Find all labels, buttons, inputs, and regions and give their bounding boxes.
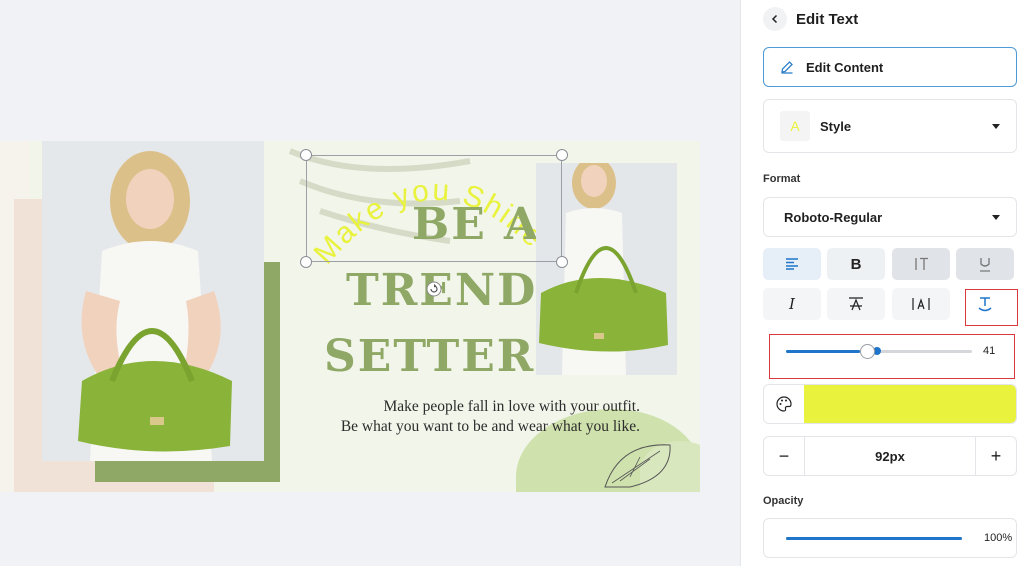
underline-button[interactable]: [956, 248, 1014, 280]
font-family-select[interactable]: Roboto-Regular: [763, 197, 1017, 237]
style-preview-swatch: A: [780, 111, 810, 141]
caret-down-icon: [992, 214, 1000, 220]
italic-button[interactable]: I: [763, 288, 821, 320]
resize-handle-bottom-right[interactable]: [556, 256, 568, 268]
rotate-handle-icon[interactable]: [426, 281, 442, 297]
underline-icon: [980, 257, 990, 272]
vertical-text-icon: [915, 257, 928, 270]
design-canvas[interactable]: Make you Shine BE A TREND SETTER Make pe…: [0, 141, 700, 492]
curve-slider-fill: [786, 350, 861, 353]
font-size-value[interactable]: 92px: [804, 437, 976, 475]
chevron-left-icon: [771, 14, 778, 24]
vertical-text-button[interactable]: [892, 248, 950, 280]
align-left-icon: [786, 258, 798, 270]
style-dropdown[interactable]: A Style: [763, 99, 1017, 153]
model-photo-left[interactable]: [42, 141, 264, 461]
highlight-box-curve-slider: [769, 334, 1015, 379]
resize-handle-bottom-left[interactable]: [300, 256, 312, 268]
letter-spacing-button[interactable]: [892, 288, 950, 320]
highlight-box-curve-button: [965, 289, 1018, 326]
bold-icon: B: [850, 255, 862, 273]
headline-line-3[interactable]: SETTER: [324, 331, 535, 382]
opacity-section-label: Opacity: [763, 495, 804, 507]
edit-content-button[interactable]: Edit Content: [763, 47, 1017, 87]
back-button[interactable]: [763, 7, 787, 31]
panel-header: Edit Text: [763, 7, 858, 31]
edit-content-label: Edit Content: [806, 59, 884, 75]
text-color-row[interactable]: [763, 384, 1017, 424]
caret-down-icon: [992, 123, 1000, 129]
monstera-leaf-outline: [604, 444, 671, 488]
strikethrough-button[interactable]: [827, 288, 885, 320]
curve-slider-value: 41: [983, 345, 996, 357]
bold-button[interactable]: B: [827, 248, 885, 280]
resize-handle-top-right[interactable]: [556, 149, 568, 161]
text-color-swatch[interactable]: [804, 385, 1016, 423]
tagline-text[interactable]: Make people fall in love with your outfi…: [320, 397, 640, 437]
opacity-slider-fill: [786, 537, 962, 540]
letter-spacing-icon: [912, 298, 930, 310]
increase-size-button[interactable]: +: [976, 437, 1016, 475]
text-selection-box[interactable]: [306, 155, 562, 262]
palette-button[interactable]: [764, 385, 804, 423]
palette-icon: [776, 396, 792, 412]
opacity-value: 100%: [984, 532, 1013, 544]
edit-text-panel: Edit Text Edit Content A Style Format Ro…: [740, 0, 1024, 566]
decrease-size-button[interactable]: −: [764, 437, 804, 475]
italic-icon: I: [789, 295, 795, 313]
resize-handle-top-left[interactable]: [300, 149, 312, 161]
tagline-line-1: Make people fall in love with your outfi…: [383, 398, 640, 415]
canvas-workspace[interactable]: Make you Shine BE A TREND SETTER Make pe…: [0, 0, 740, 566]
panel-title: Edit Text: [796, 10, 859, 28]
pencil-icon: [781, 61, 793, 74]
opacity-slider-row: 100%: [763, 518, 1017, 558]
align-left-button[interactable]: [763, 248, 821, 280]
format-section-label: Format: [763, 173, 801, 185]
style-label: Style: [820, 118, 852, 134]
tagline-line-2: Be what you want to be and wear what you…: [340, 418, 640, 435]
font-family-value: Roboto-Regular: [784, 209, 883, 225]
strikethrough-icon: [849, 297, 863, 311]
font-size-stepper: − 92px +: [763, 436, 1017, 476]
